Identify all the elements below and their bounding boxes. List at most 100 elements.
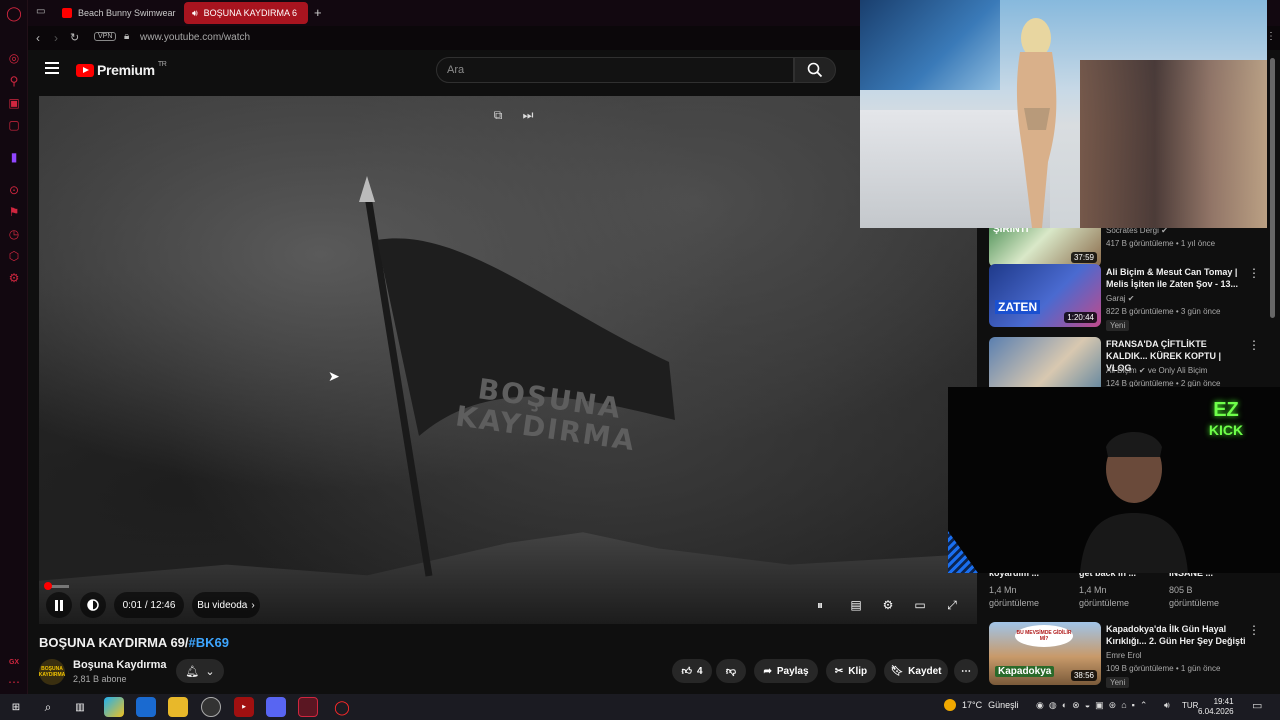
edge-icon[interactable] [136,697,156,717]
tab-beach-bunny[interactable]: Beach Bunny Swimwear F [54,2,176,24]
runway-video-overlay[interactable] [860,0,1267,228]
vpn-badge[interactable]: VPN [94,32,117,41]
related-channel[interactable]: Ali Biçim ✔ ve Only Ali Biçim [1106,366,1207,375]
tab-label: BOŞUNA KAYDIRMA 6 [203,8,298,18]
opera-logo-icon[interactable]: ◯ [6,5,22,21]
related-thumbnail[interactable]: ZATEN 1:20:44 [989,264,1101,327]
related-meta: 109 B görüntüleme • 1 gün önce [1106,664,1221,673]
twitch-icon[interactable]: ▮ [6,149,22,165]
volume-button[interactable] [80,592,106,618]
share-label: Paylaş [776,665,809,677]
fullscreen-icon[interactable]: ⤢ [942,596,962,614]
tray-app-icon[interactable]: ◒ [1085,700,1090,711]
volume-tray-icon[interactable]: 🔊︎ [1164,700,1170,711]
video-player[interactable]: BOŞUNA KAYDIRMA ⧉ ⏭︎ ➤ 0:01 / 12:46 Bu v… [39,96,977,624]
hashtag-link[interactable]: #BK69 [189,635,229,650]
opera-gx-icon[interactable] [298,697,318,717]
search-input[interactable] [437,58,793,82]
crypto-wallet-icon[interactable]: ⚲ [6,73,22,89]
related-thumbnail[interactable] [989,337,1101,387]
reload-icon[interactable]: ↻ [70,31,79,44]
notifications-icon[interactable]: ▭ [1252,699,1262,712]
gx-icon[interactable]: GX [6,654,22,670]
settings-icon[interactable]: ⚙ [6,270,22,286]
progress-scrubber[interactable] [44,582,52,590]
dislike-button[interactable]: 👎︎ [716,659,746,683]
lock-icon[interactable]: 🔒︎ [124,31,129,42]
tray-app-icon[interactable]: ⊛ [1109,700,1117,711]
opera-icon[interactable]: ◯ [332,697,352,717]
bookmarks-icon[interactable]: ⚑ [6,204,22,220]
scrollbar-thumb[interactable] [1270,58,1275,318]
related-channel[interactable]: Garaj ✔ [1106,294,1135,303]
file-explorer-icon[interactable] [168,697,188,717]
speaker-icon[interactable]: 🔊︎ [192,8,198,19]
like-button[interactable]: 👍︎ 4 [672,659,712,683]
back-icon[interactable]: ‹ [36,31,40,45]
miniplayer-icon[interactable]: ⧉ [489,106,507,124]
autoplay-toggle[interactable]: ⏸︎ [810,596,830,614]
more-icon[interactable]: ⋯ [6,674,22,690]
search-box [436,57,794,83]
tab-bosuna-kaydirma[interactable]: 🔊︎ BOŞUNA KAYDIRMA 6 [184,2,308,24]
weather-widget[interactable]: 17°C Güneşli [944,699,1019,711]
streamer-figure [1080,432,1188,573]
taskbar-search-icon[interactable]: ⌕ [38,697,58,717]
youtube-premium-logo[interactable]: Premium TR [76,60,167,78]
region-label: TR [157,60,167,68]
tray-steam-icon[interactable]: ◍ [1049,700,1057,711]
settings-gear-icon[interactable]: ⚙ [878,596,898,614]
app-icon[interactable] [201,697,221,717]
search-button[interactable] [794,57,836,83]
subtitles-icon[interactable]: ▤ [846,596,866,614]
related-thumbnail[interactable]: BU MEVSİMDE GİDİLİR Mİ? Kapadokya 38:56 [989,622,1101,685]
tray-app-icon[interactable]: ⊗ [1072,700,1080,711]
instagram-icon[interactable]: ▢ [6,117,22,133]
discord-icon[interactable] [266,697,286,717]
url-field[interactable]: www.youtube.com/watch [140,32,250,43]
video-duration: 38:56 [1070,670,1097,681]
new-tab-button[interactable]: + [314,5,322,20]
extensions-icon[interactable]: ⬡ [6,248,22,264]
aria-icon[interactable]: ◎ [6,50,22,66]
messenger-icon[interactable]: ▣ [6,95,22,111]
channel-avatar[interactable]: BOŞUNA KAYDIRMA [39,659,65,685]
chevron-up-icon[interactable]: ⌃ [1140,700,1148,711]
theater-mode-icon[interactable]: ▭ [910,596,930,614]
tab-workspace-icon[interactable]: ▭ [36,6,48,18]
skip-next-icon[interactable]: ⏭︎ [519,106,537,124]
more-vertical-icon[interactable]: ⋮ [1248,623,1260,637]
clip-button[interactable]: ✂ Klip [826,659,876,683]
player-icon[interactable]: ⊙ [6,182,22,198]
notification-bell-button[interactable]: 🔔︎ ⌄ [176,659,224,683]
tray-discord-icon[interactable]: ◉ [1036,700,1044,711]
language-indicator[interactable]: TUR [1182,701,1198,710]
share-button[interactable]: ➦ Paylaş [754,659,818,683]
more-actions-button[interactable]: ⋯ [954,659,978,683]
tray-app-icon[interactable]: ⌂ [1121,700,1126,711]
tray-app-icon[interactable]: ▣ [1095,700,1104,711]
video-editor-icon[interactable]: ▶ [234,697,254,717]
channel-name[interactable]: Boşuna Kaydırma [73,659,167,671]
windows-start-icon[interactable]: ⊞ [6,697,26,717]
task-view-icon[interactable]: ▥ [70,697,90,717]
history-icon[interactable]: ◷ [6,226,22,242]
hamburger-menu-icon[interactable] [45,62,59,74]
related-title[interactable]: Kapadokya'da İlk Gün Hayal Kırıklığı... … [1106,623,1246,647]
browser-menu-icon[interactable]: ⋮ [1266,31,1276,42]
forward-icon[interactable]: › [54,31,58,45]
system-tray[interactable]: ◉ ◍ ◐ ⊗ ◒ ▣ ⊛ ⌂ ▪ ⌃ [1036,700,1147,711]
chapter-button[interactable]: Bu videoda › [192,592,260,618]
clock[interactable]: 19:41 6.04.2026 [1198,697,1234,717]
save-button[interactable]: 🔖︎ Kaydet [884,659,948,683]
related-channel[interactable]: Emre Erol [1106,651,1142,660]
more-vertical-icon[interactable]: ⋮ [1248,266,1260,280]
pause-button[interactable] [46,592,72,618]
tray-app-icon[interactable]: ▪ [1132,700,1135,711]
related-channel-name: Ali Biçim [1106,366,1137,375]
tray-app-icon[interactable]: ◐ [1062,700,1067,711]
copilot-icon[interactable] [104,697,124,717]
more-vertical-icon[interactable]: ⋮ [1248,338,1260,352]
related-title[interactable]: Ali Biçim & Mesut Can Tomay | Melis İşit… [1106,266,1246,290]
weather-label: Güneşli [988,700,1019,710]
